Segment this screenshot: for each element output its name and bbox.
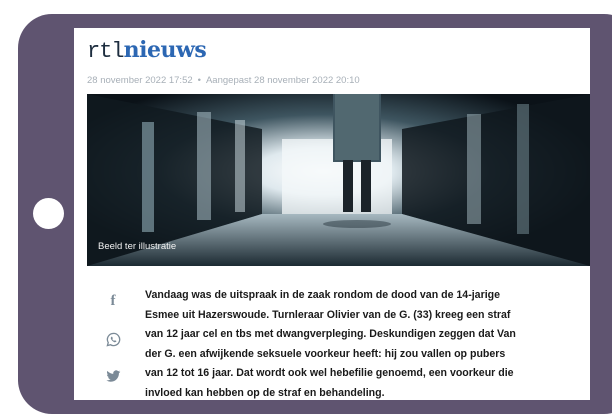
- twitter-icon: [105, 369, 120, 382]
- published-date: 28 november 2022 17:52: [87, 75, 193, 86]
- article-body: Vandaag was de uitspraak in de zaak rond…: [145, 286, 585, 400]
- photo-caption: Beeld ter illustratie: [98, 241, 177, 252]
- article-line: van 12 tot 16 jaar. Dat wordt ook wel he…: [145, 367, 514, 380]
- logo-brand: nieuws: [123, 37, 207, 63]
- article-line: invloed kan hebben op de straf en behand…: [145, 386, 385, 399]
- facebook-icon: f: [110, 292, 116, 309]
- article-line: der G. een afwijkende seksuele voorkeur …: [145, 347, 506, 360]
- whatsapp-share-button[interactable]: [102, 328, 124, 350]
- rtl-nieuws-logo[interactable]: rtl nieuws: [87, 37, 207, 64]
- whatsapp-icon: [105, 332, 120, 347]
- article-meta: 28 november 2022 17:52 • Aangepast 28 nove…: [87, 75, 360, 86]
- article-line: van 12 jaar cel en tbs met dwangverplegi…: [145, 328, 516, 341]
- meta-separator: •: [197, 75, 201, 86]
- logo-prefix: rtl: [87, 39, 125, 64]
- article-screen: rtl nieuws 28 november 2022 17:52 • Aangep…: [74, 28, 590, 400]
- article-line: Vandaag was de uitspraak in de zaak rond…: [145, 289, 500, 301]
- updated-date: Aangepast 28 november 2022 20:10: [205, 75, 360, 86]
- facebook-share-button[interactable]: f: [102, 290, 124, 312]
- twitter-share-button[interactable]: [102, 365, 124, 387]
- article-photo: Beeld ter illustratie: [87, 94, 590, 266]
- article-line: Esmee uit Hazerswoude. Turnleraar Olivie…: [145, 308, 511, 321]
- home-button[interactable]: [33, 198, 64, 229]
